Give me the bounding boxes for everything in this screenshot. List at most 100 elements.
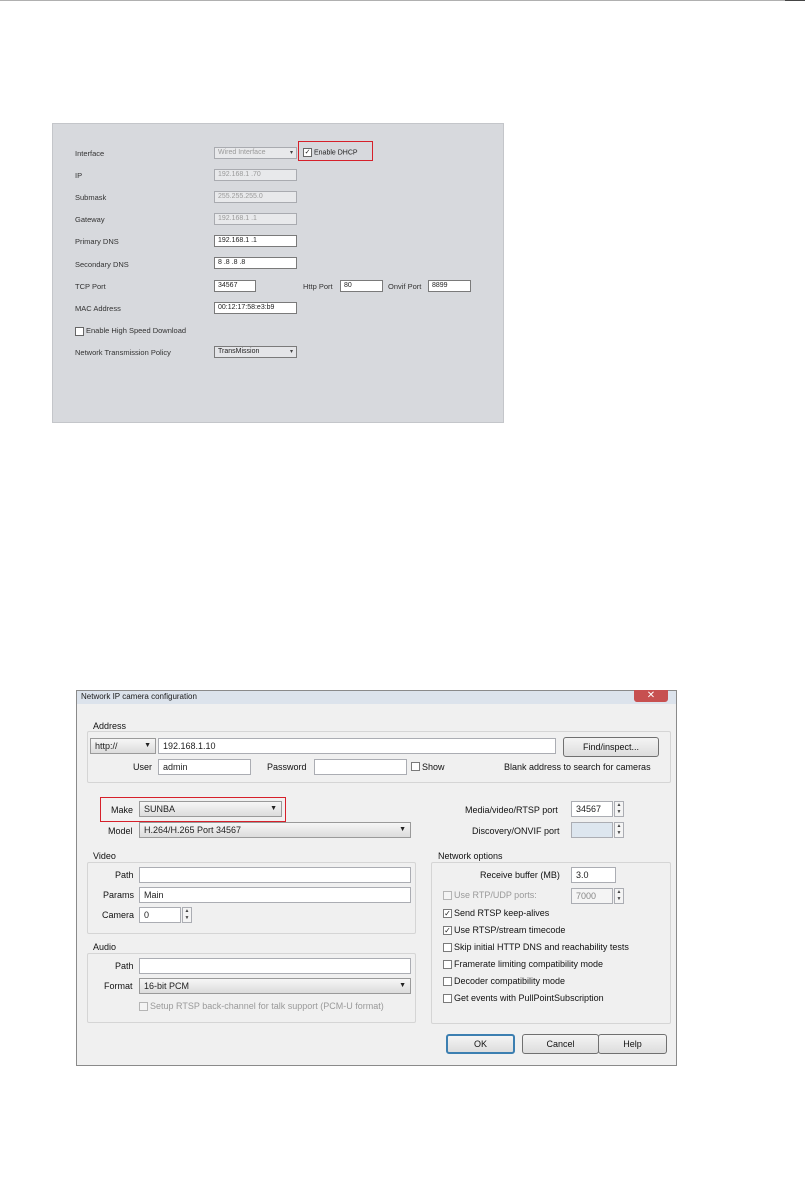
rtp-udp-label: Use RTP/UDP ports: — [454, 890, 537, 900]
onvif-port-input[interactable] — [571, 822, 613, 838]
onvif-port-stepper[interactable]: ▲ ▼ — [614, 822, 624, 838]
chevron-up-icon: ▲ — [184, 908, 190, 914]
rtsp-keepalive-checkbox[interactable]: ✓ — [443, 909, 452, 918]
chevron-down-icon: ▼ — [144, 742, 151, 749]
protocol-value: http:// — [95, 741, 118, 751]
chevron-up-icon: ▲ — [616, 889, 622, 895]
find-inspect-button[interactable]: Find/inspect... — [563, 737, 659, 757]
user-label: User — [133, 762, 153, 772]
submask-label: Submask — [75, 193, 107, 202]
password-label: Password — [267, 762, 307, 772]
chevron-down-icon: ▼ — [399, 826, 406, 833]
onvif-port-label: Onvif Port — [388, 282, 422, 291]
camera-config-dialog: Network IP camera configuration ✕ Addres… — [76, 690, 677, 1066]
gateway-input[interactable]: 192.168.1 .1 — [214, 213, 297, 225]
password-input[interactable] — [314, 759, 407, 775]
skip-dns-checkbox[interactable] — [443, 943, 452, 952]
ip-input[interactable]: 192.168.1 .70 — [214, 169, 297, 181]
page-top-rule — [0, 0, 785, 1]
rtp-udp-port-stepper[interactable]: ▲ ▼ — [614, 888, 624, 904]
chevron-down-icon: ▼ — [399, 982, 406, 989]
dialog-title-bar[interactable]: Network IP camera configuration ✕ — [77, 690, 676, 704]
tcp-port-input[interactable]: 34567 — [214, 280, 256, 292]
receive-buffer-input[interactable]: 3.0 — [571, 867, 616, 883]
show-password-label: Show — [422, 762, 445, 772]
interface-label: Interface — [75, 149, 105, 158]
http-port-input[interactable]: 80 — [340, 280, 383, 292]
media-port-stepper[interactable]: ▲ ▼ — [614, 801, 624, 817]
camera-input[interactable]: 0 — [139, 907, 181, 923]
interface-select[interactable]: Wired Interface ▾ — [214, 147, 297, 159]
ip-label: IP — [75, 171, 83, 180]
transmission-policy-select[interactable]: TransMission ▾ — [214, 346, 297, 358]
rtp-udp-port-input[interactable]: 7000 — [571, 888, 613, 904]
primary-dns-input[interactable]: 192.168.1 .1 — [214, 235, 297, 247]
chevron-down-icon: ▼ — [616, 896, 622, 902]
params-input[interactable]: Main — [139, 887, 411, 903]
transmission-policy-label: Network Transmission Policy — [75, 348, 171, 357]
rtsp-keepalive-label: Send RTSP keep-alives — [454, 908, 550, 918]
format-value: 16-bit PCM — [144, 981, 190, 991]
make-highlight-box — [100, 797, 286, 822]
submask-input[interactable]: 255.255.255.0 — [214, 191, 297, 203]
mac-address-input[interactable]: 00:12:17:58:e3:b9 — [214, 302, 297, 314]
transmission-policy-value: TransMission — [218, 348, 260, 355]
receive-buffer-label: Receive buffer (MB) — [480, 870, 560, 880]
user-input[interactable]: admin — [158, 759, 251, 775]
search-hint: Blank address to search for cameras — [504, 762, 651, 772]
model-label: Model — [108, 826, 133, 836]
params-label: Params — [103, 890, 135, 900]
rtp-udp-checkbox[interactable] — [443, 891, 452, 900]
skip-dns-label: Skip initial HTTP DNS and reachability t… — [454, 942, 629, 952]
chevron-down-icon: ▼ — [184, 915, 190, 921]
cancel-button[interactable]: Cancel — [522, 1034, 599, 1054]
chevron-up-icon: ▲ — [616, 823, 622, 829]
audio-path-input[interactable] — [139, 958, 411, 974]
chevron-down-icon: ▼ — [616, 809, 622, 815]
onvif-port-label: Discovery/ONVIF port — [472, 826, 560, 836]
format-select[interactable]: 16-bit PCM ▼ — [139, 978, 411, 994]
camera-stepper[interactable]: ▲ ▼ — [182, 907, 192, 923]
media-port-input[interactable]: 34567 — [571, 801, 613, 817]
gateway-label: Gateway — [75, 215, 105, 224]
decoder-compat-checkbox[interactable] — [443, 977, 452, 986]
network-options-title: Network options — [436, 851, 505, 861]
media-port-label: Media/video/RTSP port — [465, 805, 558, 815]
pullpoint-checkbox[interactable] — [443, 994, 452, 1003]
framerate-compat-checkbox[interactable] — [443, 960, 452, 969]
address-group-title: Address — [91, 721, 129, 731]
camera-label: Camera — [102, 910, 135, 920]
address-input[interactable]: 192.168.1.10 — [158, 738, 556, 754]
backchannel-label: Setup RTSP back-channel for talk support… — [150, 1001, 384, 1011]
backchannel-checkbox[interactable] — [139, 1002, 148, 1011]
http-port-label: Http Port — [303, 282, 333, 291]
video-path-input[interactable] — [139, 867, 411, 883]
help-button[interactable]: Help — [598, 1034, 667, 1054]
model-select[interactable]: H.264/H.265 Port 34567 ▼ — [139, 822, 411, 838]
secondary-dns-label: Secondary DNS — [75, 260, 129, 269]
page-top-rule-mark — [785, 0, 805, 1]
chevron-up-icon: ▲ — [616, 802, 622, 808]
secondary-dns-input[interactable]: 8 .8 .8 .8 — [214, 257, 297, 269]
mac-address-label: MAC Address — [75, 304, 121, 313]
interface-value: Wired Interface — [218, 149, 266, 156]
tcp-port-label: TCP Port — [75, 282, 106, 291]
chevron-down-icon: ▼ — [616, 830, 622, 836]
show-password-checkbox[interactable] — [411, 762, 420, 771]
framerate-compat-label: Framerate limiting compatibility mode — [454, 959, 604, 969]
onvif-port-input[interactable]: 8899 — [428, 280, 471, 292]
chevron-down-icon: ▾ — [289, 150, 293, 156]
network-settings-panel: Interface Wired Interface ▾ ✓ Enable DHCP… — [52, 123, 504, 423]
close-icon[interactable]: ✕ — [634, 690, 668, 702]
dhcp-highlight-box — [298, 141, 373, 161]
dialog-title: Network IP camera configuration — [81, 692, 197, 701]
high-speed-download-checkbox[interactable]: Enable High Speed Download — [75, 326, 186, 336]
video-group-title: Video — [91, 851, 118, 861]
decoder-compat-label: Decoder compatibility mode — [454, 976, 566, 986]
high-speed-download-label: Enable High Speed Download — [86, 326, 187, 335]
rtsp-timecode-checkbox[interactable]: ✓ — [443, 926, 452, 935]
pullpoint-label: Get events with PullPointSubscription — [454, 993, 604, 1003]
protocol-select[interactable]: http:// ▼ — [90, 738, 156, 754]
ok-button[interactable]: OK — [446, 1034, 515, 1054]
audio-group-title: Audio — [91, 942, 119, 952]
